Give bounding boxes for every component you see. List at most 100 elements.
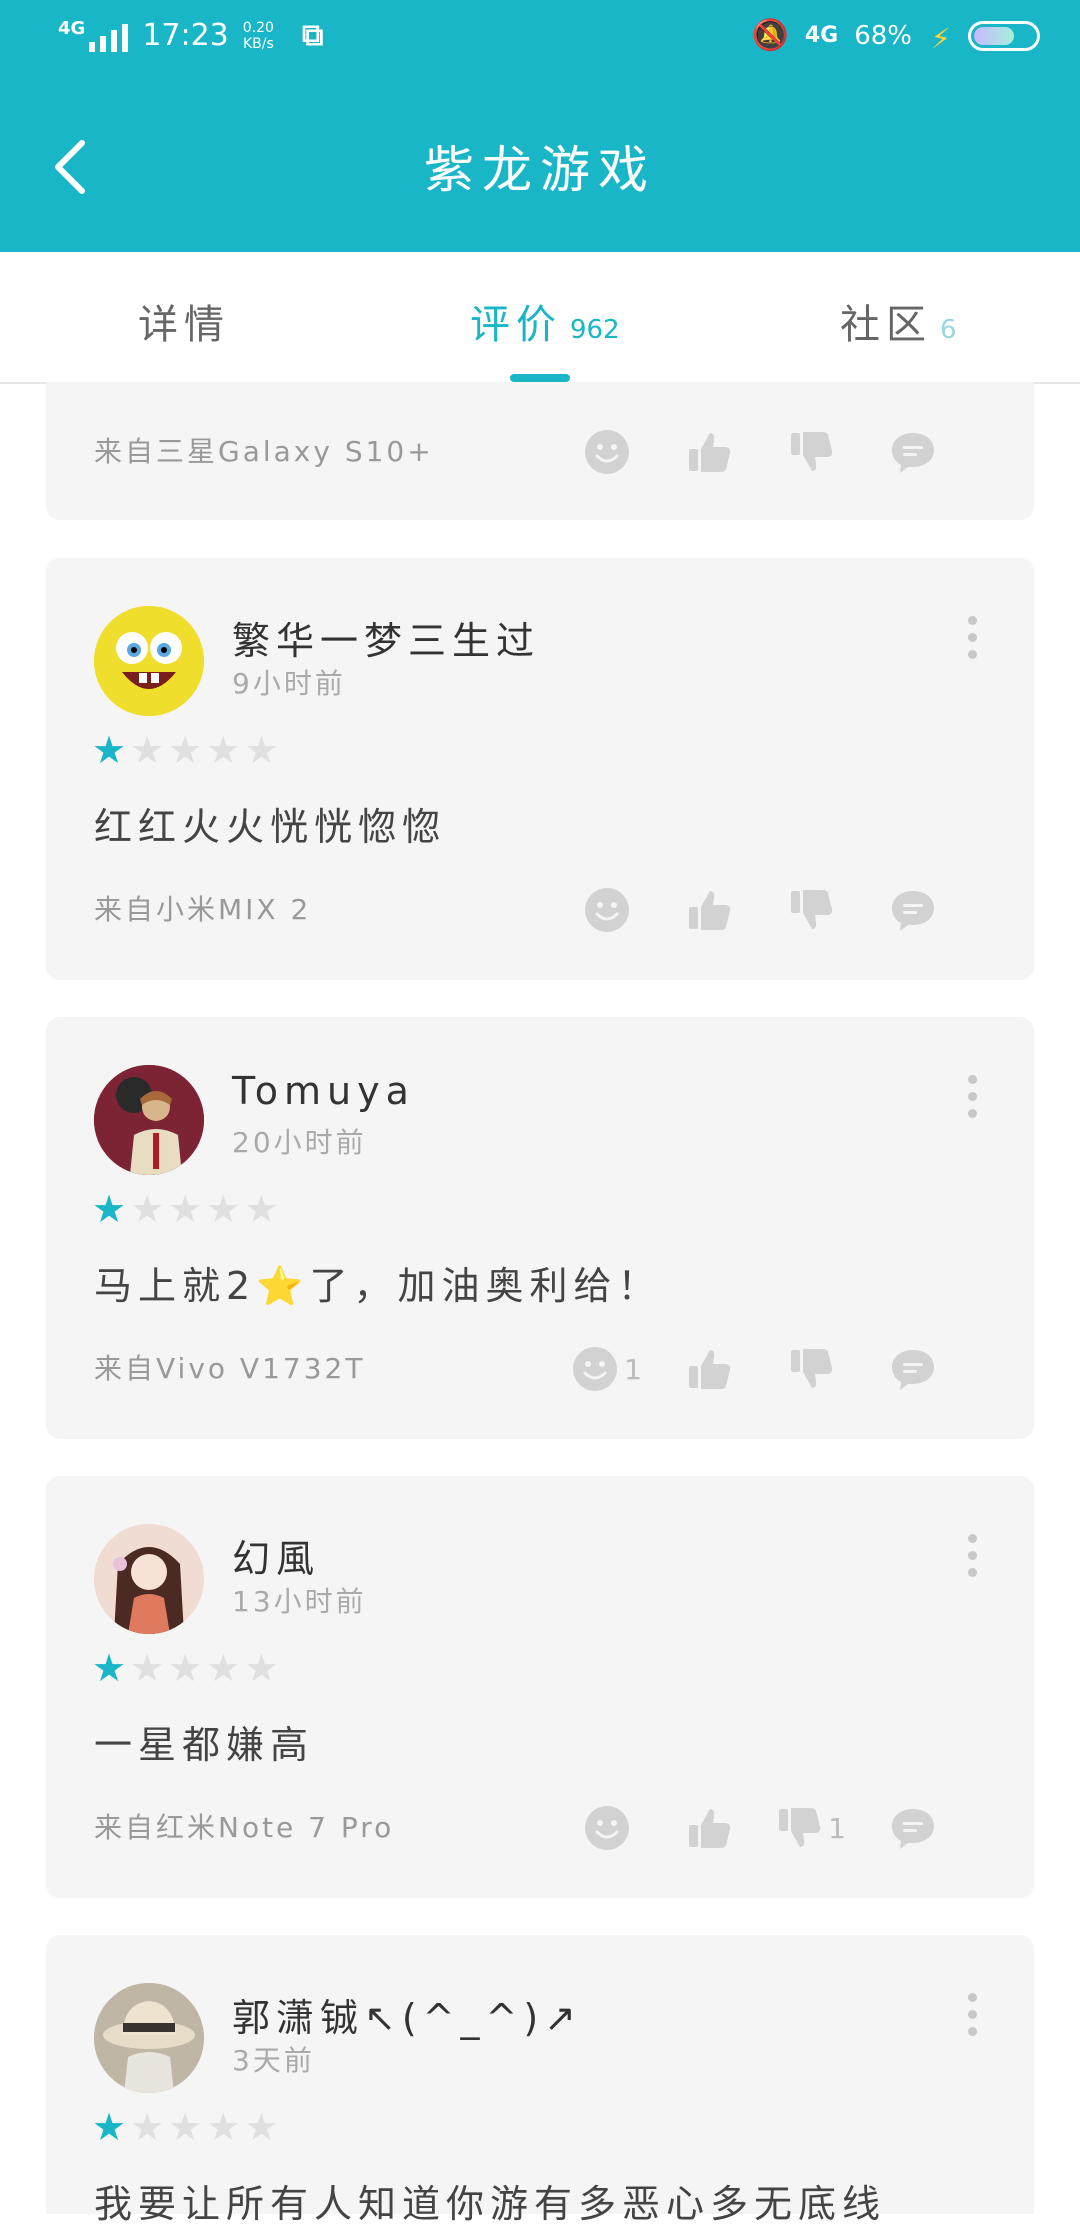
device-label: 来自Vivo V1732T: [94, 1352, 366, 1385]
star-icon: ★: [168, 1646, 203, 1690]
star-icon: ★: [206, 2105, 241, 2149]
battery-percent: 68%: [854, 20, 912, 51]
device-label: 来自红米Note 7 Pro: [94, 1811, 395, 1844]
device-label: 来自小米MIX 2: [94, 893, 312, 926]
review-card: 幻風 13小时前 ★ ★ ★ ★ ★ 一星都嫌高 来自红米Note 7 Pro 1: [46, 1476, 1034, 1898]
tab-community[interactable]: 社区 6: [840, 292, 957, 350]
more-button[interactable]: [962, 1993, 982, 2036]
tab-reviews[interactable]: 评价 962: [470, 292, 620, 350]
like-button[interactable]: [658, 422, 760, 482]
comment-bubble-icon: [892, 891, 934, 931]
star-icon: ★: [92, 1646, 127, 1690]
charging-icon: ⚡: [931, 21, 951, 55]
star-icon: ★: [92, 1187, 127, 1231]
star-icon: ★: [168, 2105, 203, 2149]
emoji-button[interactable]: [556, 880, 658, 940]
tab-count: 962: [570, 315, 620, 345]
star-icon: ★: [168, 1187, 203, 1231]
star-icon: ★: [244, 1646, 279, 1690]
thumbs-down-icon: [791, 432, 833, 471]
review-text: 我要让所有人知道你游有多恶心多无底线: [94, 2182, 887, 2226]
smiley-icon: [572, 1346, 619, 1392]
rating-stars: ★ ★ ★ ★ ★: [92, 2107, 278, 2147]
smiley-icon: [584, 1805, 630, 1851]
more-vertical-icon: [967, 1534, 977, 1543]
star-icon: ★: [244, 728, 279, 772]
rating-stars: ★ ★ ★ ★ ★: [92, 730, 278, 770]
status-bar: 4G 17:23 0.20 KB/s ⧉ 🔕 4G 68% ⚡: [0, 0, 1080, 82]
tab-label: 详情: [138, 302, 230, 348]
network-speed: 0.20 KB/s: [242, 19, 274, 52]
more-vertical-icon: [967, 1075, 977, 1084]
review-card: Tomuya 20小时前 ★ ★ ★ ★ ★ 马上就2⭐了，加油奥利给！ 来自Vivo …: [46, 1017, 1034, 1439]
dislike-button[interactable]: [760, 1339, 862, 1399]
avatar[interactable]: [94, 606, 204, 716]
battery-icon: ⚡: [931, 20, 1040, 55]
comment-button[interactable]: [862, 1798, 964, 1858]
rating-stars: ★ ★ ★ ★ ★: [92, 1189, 278, 1229]
user-name[interactable]: 幻風: [232, 1528, 320, 1583]
like-button[interactable]: [658, 1339, 760, 1399]
app-bar: 紫龙游戏: [0, 82, 1080, 252]
more-vertical-icon: [967, 616, 977, 625]
star-icon: ★: [244, 1187, 279, 1231]
avatar-image: [94, 1065, 204, 1175]
page-title: 紫龙游戏: [424, 141, 656, 199]
like-button[interactable]: [658, 880, 760, 940]
user-name[interactable]: 繁华一梦三生过: [232, 610, 540, 665]
comment-button[interactable]: [862, 1339, 964, 1399]
review-text: 红红火火恍恍惚惚: [94, 805, 447, 849]
review-time: 20小时前: [232, 1126, 367, 1159]
dislike-button[interactable]: [760, 880, 862, 940]
review-time: 3天前: [232, 2044, 315, 2077]
like-button[interactable]: [658, 1798, 760, 1858]
more-button[interactable]: [962, 1075, 982, 1118]
tab-bar: 详情 评价 962 社区 6: [0, 252, 1080, 384]
tab-count: 6: [940, 315, 957, 345]
star-icon: ★: [130, 2105, 165, 2149]
emoji-count: 1: [624, 1352, 642, 1386]
review-card: 繁华一梦三生过 9小时前 ★ ★ ★ ★ ★ 红红火火恍恍惚惚 来自小米MIX 2: [46, 558, 1034, 980]
dislike-button[interactable]: 1: [760, 1798, 862, 1858]
avatar[interactable]: [94, 1983, 204, 2093]
more-button[interactable]: [962, 1534, 982, 1577]
comment-button[interactable]: [862, 880, 964, 940]
more-vertical-icon: [967, 1993, 977, 2002]
network-right-label: 4G: [804, 23, 839, 48]
review-text: 马上就2⭐了，加油奥利给！: [94, 1264, 662, 1308]
thumbs-up-icon: [689, 891, 731, 930]
comment-bubble-icon: [892, 1350, 934, 1390]
smiley-icon: [584, 887, 630, 933]
emoji-button[interactable]: 1: [556, 1339, 658, 1399]
star-icon: ★: [130, 1646, 165, 1690]
user-name[interactable]: Tomuya: [232, 1069, 415, 1113]
review-text: 一星都嫌高: [94, 1723, 315, 1767]
tab-details[interactable]: 详情: [138, 292, 230, 350]
more-button[interactable]: [962, 616, 982, 659]
avatar[interactable]: [94, 1524, 204, 1634]
tab-label: 评价: [470, 302, 562, 348]
thumbs-down-icon: [791, 890, 833, 929]
star-icon: ★: [92, 2105, 127, 2149]
star-icon: ★: [130, 728, 165, 772]
comment-bubble-icon: [892, 1809, 934, 1849]
user-name[interactable]: 郭潇铖↖(^_^)↗: [232, 1987, 582, 2042]
device-label: 来自三星Galaxy S10+: [94, 435, 434, 468]
avatar[interactable]: [94, 1065, 204, 1175]
star-icon: ★: [130, 1187, 165, 1231]
smiley-icon: [584, 429, 630, 475]
comment-button[interactable]: [862, 422, 964, 482]
dislike-button[interactable]: [760, 422, 862, 482]
star-icon: ★: [168, 728, 203, 772]
avatar-image: [94, 606, 204, 716]
review-time: 9小时前: [232, 667, 346, 700]
star-icon: ★: [92, 728, 127, 772]
signal-icon: [89, 20, 129, 52]
emoji-button[interactable]: [556, 422, 658, 482]
clock: 17:23: [142, 18, 229, 53]
battery-level: [974, 26, 1015, 45]
emoji-button[interactable]: [556, 1798, 658, 1858]
thumbs-up-icon: [689, 1350, 731, 1389]
thumbs-up-icon: [689, 433, 731, 472]
star-icon: ★: [206, 1187, 241, 1231]
